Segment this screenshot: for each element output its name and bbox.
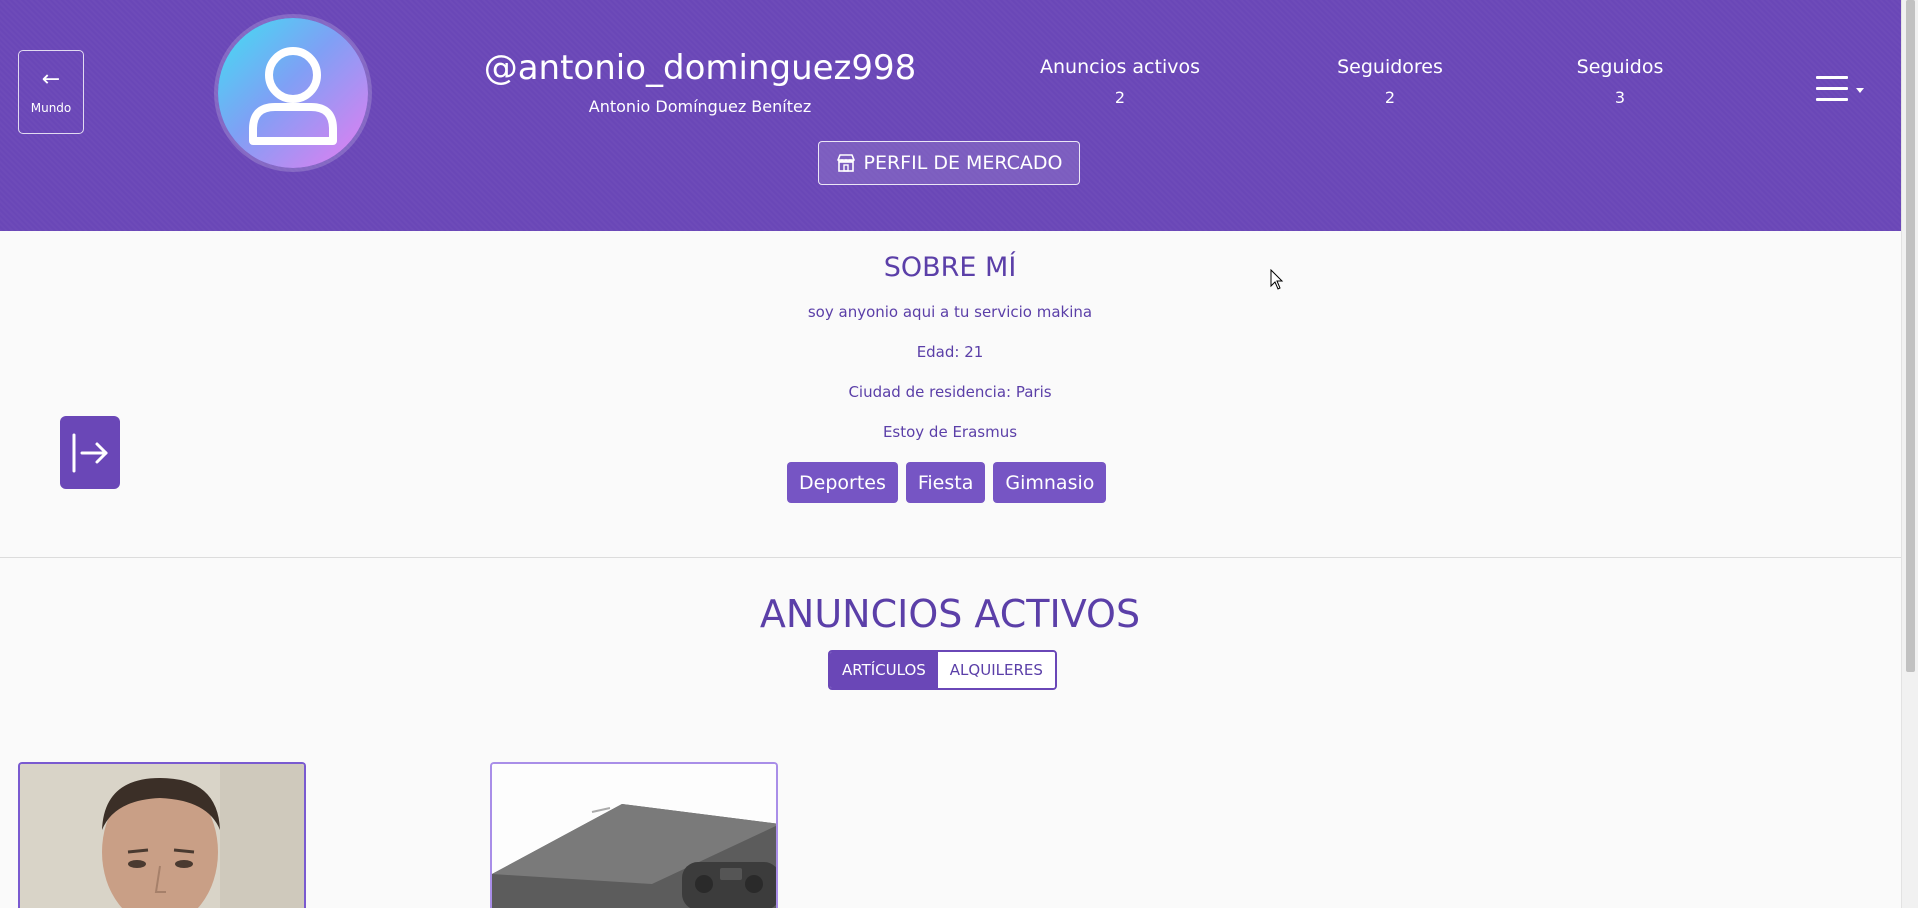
username: @antonio_dominguez998 [483, 48, 917, 88]
about-age: Edad: 21 [916, 343, 984, 361]
tag-deportes[interactable]: Deportes [787, 462, 898, 503]
back-button-label: Mundo [30, 101, 72, 115]
avatar [218, 18, 368, 168]
ad-card[interactable] [18, 762, 306, 908]
market-profile-label: PERFIL DE MERCADO [863, 152, 1063, 174]
store-icon [836, 154, 855, 172]
logout-button[interactable] [60, 416, 120, 489]
stat-label: Seguidos [1576, 56, 1664, 78]
page-scrollbar[interactable] [1901, 0, 1918, 908]
scrollbar-thumb[interactable] [1906, 0, 1915, 672]
stat-seguidos[interactable]: Seguidos 3 [1540, 56, 1700, 107]
user-icon [249, 47, 337, 145]
hamburger-menu-icon[interactable] [1816, 76, 1848, 102]
stat-seguidores[interactable]: Seguidores 2 [1300, 56, 1480, 107]
stat-label: Anuncios activos [1040, 56, 1200, 78]
tab-articulos[interactable]: ARTÍCULOS [830, 652, 938, 688]
mouse-pointer-icon [1270, 269, 1284, 290]
about-status: Estoy de Erasmus [882, 423, 1018, 441]
logout-arrow-icon [72, 433, 108, 472]
market-profile-button[interactable]: PERFIL DE MERCADO [818, 141, 1080, 185]
ads-title: ANUNCIOS ACTIVOS [759, 592, 1141, 636]
tab-alquileres[interactable]: ALQUILERES [937, 652, 1055, 688]
about-city: Ciudad de residencia: Paris [848, 383, 1052, 401]
stat-anuncios-activos[interactable]: Anuncios activos 2 [1020, 56, 1220, 107]
caret-down-icon[interactable] [1856, 88, 1864, 93]
tag-fiesta[interactable]: Fiesta [905, 462, 986, 503]
arrow-left-icon: ← [41, 67, 61, 92]
stat-value: 2 [1384, 88, 1396, 107]
ads-type-toggle: ARTÍCULOS ALQUILERES [828, 650, 1057, 690]
tag-gimnasio[interactable]: Gimnasio [993, 462, 1107, 503]
stat-value: 2 [1114, 88, 1126, 107]
game-console-photo [492, 764, 776, 908]
interest-tags: Deportes Fiesta Gimnasio [787, 462, 1107, 503]
full-name: Antonio Domínguez Benítez [588, 97, 812, 116]
about-bio: soy anyonio aqui a tu servicio makina [807, 303, 1093, 321]
person-photo [20, 764, 304, 908]
stat-label: Seguidores [1337, 56, 1443, 78]
about-title: SOBRE MÍ [883, 252, 1017, 283]
back-to-mundo-button[interactable]: ← Mundo [18, 50, 84, 134]
profile-header: ← Mundo @antonio_dominguez998 Antonio Do… [0, 0, 1901, 231]
ad-card[interactable] [490, 762, 778, 908]
stat-value: 3 [1614, 88, 1626, 107]
section-divider [0, 557, 1901, 558]
